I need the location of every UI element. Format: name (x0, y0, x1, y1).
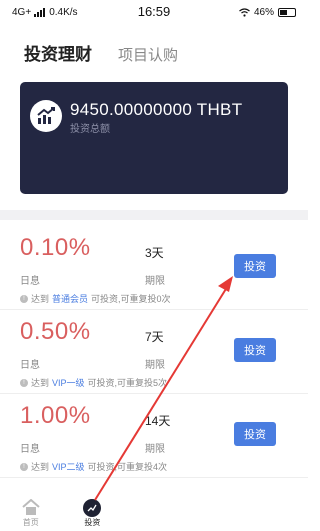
daily-rate: 0.10% (20, 234, 91, 261)
daily-rate: 1.00% (20, 402, 91, 429)
member-level-link[interactable]: VIP一级 (52, 376, 85, 389)
daily-rate-label: 日息 (20, 360, 40, 371)
invest-button[interactable]: 投资 (234, 338, 276, 362)
status-right: 46% (239, 7, 296, 18)
tab-icon (207, 510, 225, 526)
member-level-link[interactable]: VIP二级 (52, 460, 85, 473)
daily-rate: 0.50% (20, 318, 91, 345)
tab-icon (145, 510, 163, 526)
tabbar-item-5[interactable] (252, 510, 302, 528)
top-tabs: 投资理财 项目认购 (24, 40, 178, 65)
member-level-link[interactable]: 普通会员 (52, 292, 88, 305)
note-prefix: 达到 (31, 462, 50, 472)
status-bar: 4G+ 0.4K/s 16:59 46% (0, 0, 308, 24)
note-prefix: 达到 (31, 378, 50, 388)
note-suffix: 可投资,可重复投4次 (87, 462, 168, 472)
investment-summary-card: 9450.00000000 THBT 投资总额 (20, 82, 288, 194)
network-indicator: 4G+ (12, 6, 32, 18)
term-label: 期限 (145, 444, 165, 455)
total-investment-amount: 9450.00000000 THBT (70, 100, 243, 119)
status-time: 16:59 (137, 4, 171, 19)
tab-icon (268, 510, 286, 526)
term-label: 期限 (145, 276, 165, 287)
product-requirement-note: ! 达到 VIP一级 可投资,可重复投5次 (20, 376, 167, 389)
total-investment-label: 投资总额 (70, 124, 110, 135)
status-left: 4G+ 0.4K/s (12, 7, 78, 18)
tabbar-invest[interactable]: 投资 (67, 499, 117, 528)
wifi-icon (239, 7, 250, 17)
term-days: 14天 (145, 414, 171, 428)
tabbar-item-4[interactable] (191, 510, 241, 528)
product-item: 1.00% 日息 14天 期限 投资 ! 达到 VIP二级 可投资,可重复投4次 (0, 396, 308, 478)
note-suffix: 可投资,可重复投5次 (87, 378, 168, 388)
product-item: 0.50% 日息 7天 期限 投资 ! 达到 VIP一级 可投资,可重复投5次 (0, 312, 308, 394)
daily-rate-label: 日息 (20, 444, 40, 455)
info-icon: ! (20, 378, 28, 387)
growth-chart-icon (30, 100, 62, 132)
term-days: 7天 (145, 330, 164, 344)
tabbar-home-label: 首页 (22, 518, 39, 527)
note-suffix: 可投资,可重复投0次 (91, 294, 171, 304)
term-label: 期限 (145, 360, 165, 371)
tab-subscription[interactable]: 项目认购 (118, 44, 178, 65)
tabbar-invest-label: 投资 (84, 518, 101, 527)
term-days: 3天 (145, 246, 164, 260)
bottom-tab-bar: 首页 投资 (0, 492, 308, 531)
invest-button[interactable]: 投资 (234, 422, 276, 446)
info-icon: ! (20, 462, 28, 471)
product-requirement-note: ! 达到 普通会员 可投资,可重复投0次 (20, 292, 171, 305)
daily-rate-label: 日息 (20, 276, 40, 287)
section-divider (0, 210, 308, 220)
product-item: 0.10% 日息 3天 期限 投资 ! 达到 普通会员 可投资,可重复投0次 (0, 228, 308, 310)
info-icon: ! (20, 294, 28, 303)
home-icon (22, 499, 40, 515)
battery-icon (278, 7, 296, 17)
product-requirement-note: ! 达到 VIP二级 可投资,可重复投4次 (20, 460, 167, 473)
note-prefix: 达到 (31, 294, 50, 304)
signal-icon (34, 7, 46, 17)
battery-percent: 46% (253, 6, 274, 18)
chart-icon (83, 499, 102, 517)
tabbar-home[interactable]: 首页 (6, 499, 56, 528)
tab-investment[interactable]: 投资理财 (24, 40, 92, 65)
invest-button[interactable]: 投资 (234, 254, 276, 278)
network-speed: 0.4K/s (49, 6, 78, 18)
tabbar-item-3[interactable] (129, 510, 179, 528)
